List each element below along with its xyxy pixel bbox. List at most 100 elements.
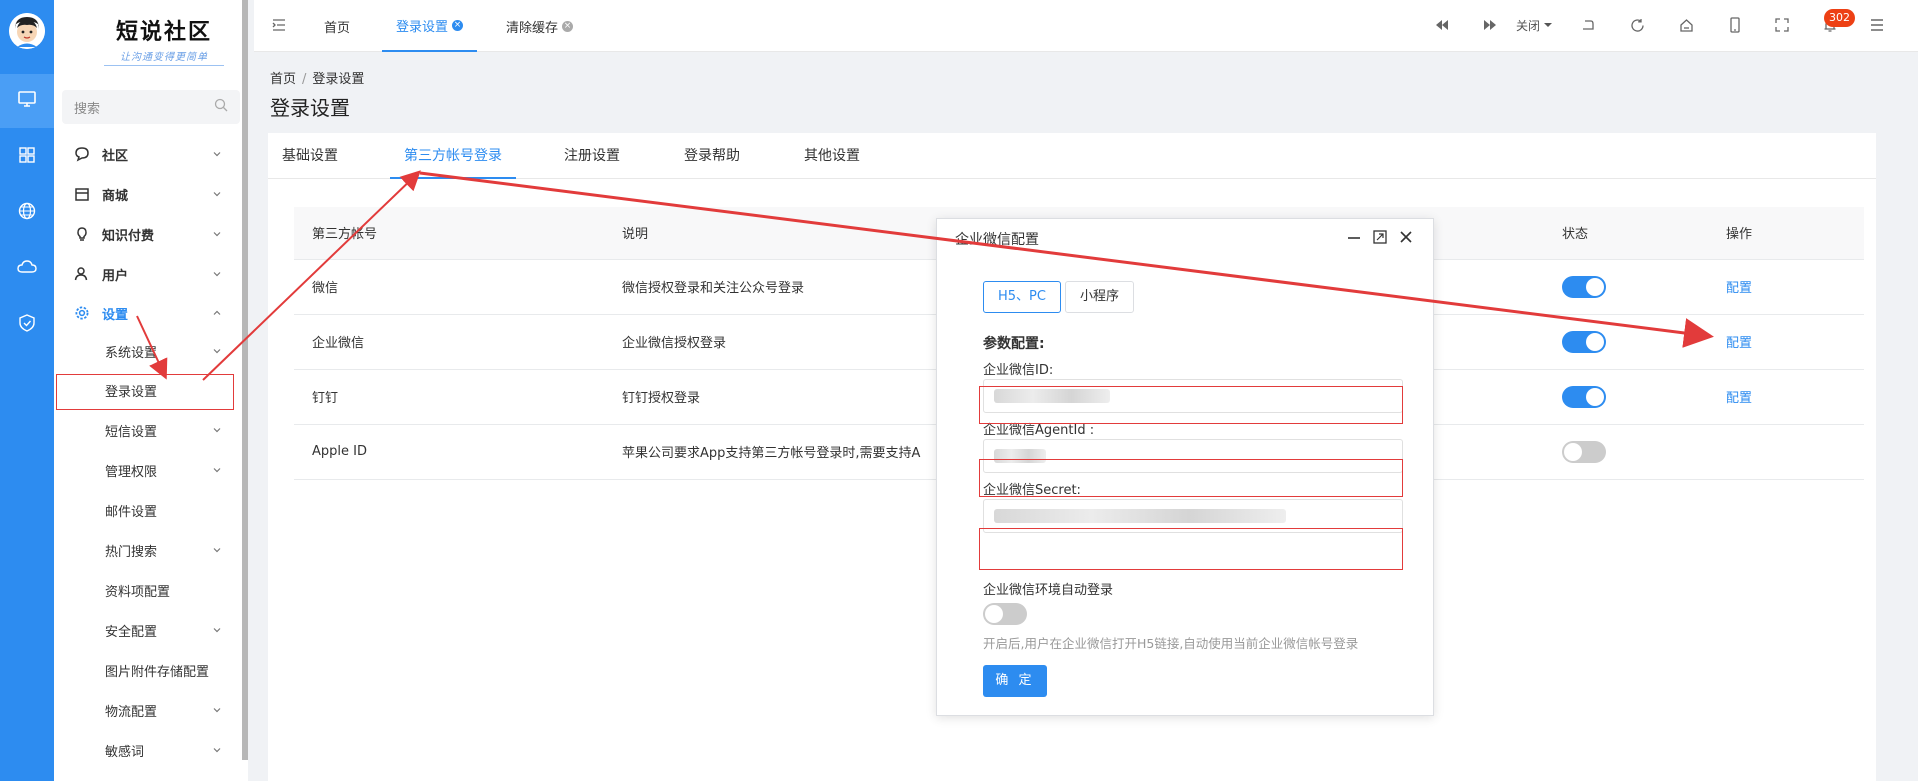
tab-third-party-login[interactable]: 第三方帐号登录	[390, 133, 516, 179]
submenu-label: 敏感词	[105, 744, 145, 760]
status-toggle[interactable]	[1562, 330, 1606, 353]
menu-label: 用户	[102, 268, 129, 284]
cell-action: 配置	[1708, 369, 1864, 425]
submenu-permissions[interactable]: 管理权限	[54, 455, 242, 485]
caret-down-icon	[1544, 23, 1553, 27]
rail-shield[interactable]	[0, 298, 54, 352]
logo-name: 短说社区	[115, 19, 212, 45]
field-label-corp-id: 企业微信ID:	[983, 363, 1054, 378]
close-icon[interactable]: ×	[452, 19, 464, 31]
tab-label: 小程序	[1079, 289, 1119, 304]
tab-label: 基础设置	[282, 148, 338, 164]
cell-account: 微信	[294, 259, 604, 315]
status-toggle[interactable]	[1562, 275, 1606, 298]
menu-item-user[interactable]: 用户	[54, 259, 242, 289]
tab-home[interactable]: 首页	[308, 0, 366, 52]
forward-icon[interactable]	[1481, 16, 1499, 34]
refresh-icon[interactable]	[1628, 16, 1646, 34]
menu-item-knowledge[interactable]: 知识付费	[54, 219, 242, 249]
auto-login-toggle[interactable]	[983, 603, 1027, 625]
tab-h5-pc[interactable]: H5、PC	[983, 281, 1061, 313]
bulb-icon	[74, 226, 90, 242]
maximize-icon[interactable]	[1373, 229, 1387, 248]
menu-item-shop[interactable]: 商城	[54, 179, 242, 209]
dialog-tools	[1347, 229, 1413, 248]
menu-label: 商城	[102, 188, 129, 204]
home-lock-icon[interactable]	[1677, 16, 1695, 34]
logo: 短说社区 让沟通变得更简单	[104, 14, 224, 74]
rail-monitor[interactable]	[0, 74, 54, 128]
gear-icon	[74, 305, 90, 321]
tab-register-settings[interactable]: 注册设置	[550, 133, 634, 179]
cell-account: 钉钉	[294, 369, 604, 425]
chevron-down-icon	[213, 428, 221, 433]
fullscreen-icon[interactable]	[1773, 16, 1791, 34]
tab-label: H5、PC	[998, 289, 1046, 304]
submenu-hot-search[interactable]: 热门搜索	[54, 535, 242, 565]
status-toggle[interactable]	[1562, 385, 1606, 408]
submenu-system-settings[interactable]: 系统设置	[54, 336, 242, 366]
section-heading: 参数配置:	[983, 336, 1045, 352]
return-icon[interactable]	[1579, 16, 1597, 34]
annotation-box-corp-id	[979, 386, 1403, 424]
mobile-icon[interactable]	[1726, 16, 1744, 34]
menu-fold-icon[interactable]	[270, 16, 288, 34]
search-input[interactable]: 搜索	[62, 90, 240, 124]
submenu-label: 热门搜索	[105, 544, 158, 560]
menu-item-settings[interactable]: 设置	[54, 298, 242, 328]
tab-label: 首页	[324, 20, 351, 36]
tab-label: 其他设置	[804, 148, 860, 164]
tab-other-settings[interactable]: 其他设置	[790, 133, 874, 179]
submenu-security[interactable]: 安全配置	[54, 615, 242, 645]
close-tabs-dropdown[interactable]: 关闭	[1516, 16, 1562, 34]
close-icon[interactable]	[1399, 229, 1413, 248]
chevron-down-icon	[213, 468, 221, 473]
tab-mini-program[interactable]: 小程序	[1064, 281, 1134, 313]
shop-icon	[74, 186, 90, 202]
submenu-storage[interactable]: 图片附件存储配置	[54, 655, 242, 685]
chevron-down-icon	[213, 628, 221, 633]
chat-icon	[74, 146, 90, 162]
sidebar-scrollbar[interactable]	[242, 0, 248, 760]
tab-login-help[interactable]: 登录帮助	[670, 133, 754, 179]
tab-basic-settings[interactable]: 基础设置	[268, 133, 352, 179]
submenu-sms-settings[interactable]: 短信设置	[54, 415, 242, 445]
top-bar: 首页 登录设置 × 清除缓存 × 关闭 302	[254, 0, 1918, 52]
submenu-sensitive-words[interactable]: 敏感词	[54, 735, 242, 765]
tab-clear-cache[interactable]: 清除缓存 ×	[496, 0, 583, 52]
submenu-logistics[interactable]: 物流配置	[54, 695, 242, 725]
shield-check-icon	[17, 313, 37, 337]
cell-action: 配置	[1708, 314, 1864, 370]
notification-badge: 302	[1824, 9, 1855, 27]
menu-item-community[interactable]: 社区	[54, 139, 242, 169]
cell-status	[1544, 314, 1708, 370]
breadcrumb-home[interactable]: 首页	[270, 72, 296, 87]
avatar[interactable]	[9, 13, 45, 49]
cell-action	[1708, 424, 1864, 480]
backward-icon[interactable]	[1433, 16, 1451, 34]
submenu-label: 管理权限	[105, 464, 158, 480]
confirm-button[interactable]: 确 定	[983, 665, 1047, 697]
auto-login-hint: 开启后,用户在企业微信打开H5链接,自动使用当前企业微信帐号登录	[983, 636, 1359, 651]
hamburger-icon[interactable]	[1868, 16, 1886, 34]
configure-link[interactable]: 配置	[1726, 281, 1752, 296]
close-dropdown-label: 关闭	[1516, 18, 1541, 33]
close-icon[interactable]: ×	[562, 20, 574, 32]
status-toggle[interactable]	[1562, 440, 1606, 463]
chevron-down-icon	[213, 349, 221, 354]
rail-globe[interactable]	[0, 186, 54, 240]
cell-status	[1544, 369, 1708, 425]
tab-login-settings[interactable]: 登录设置 ×	[382, 0, 478, 52]
breadcrumb-current: 登录设置	[312, 72, 365, 87]
settings-tabs: 基础设置 第三方帐号登录 注册设置 登录帮助 其他设置	[268, 133, 1876, 179]
tab-label: 注册设置	[564, 148, 620, 164]
configure-link[interactable]: 配置	[1726, 391, 1752, 406]
grid-icon	[17, 145, 37, 169]
minimize-icon[interactable]	[1347, 229, 1361, 248]
rail-apps[interactable]	[0, 130, 54, 184]
configure-link[interactable]: 配置	[1726, 336, 1752, 351]
rail-cloud[interactable]	[0, 242, 54, 296]
submenu-email-settings[interactable]: 邮件设置	[54, 495, 242, 525]
chevron-up-icon	[213, 310, 221, 315]
submenu-profile-fields[interactable]: 资料项配置	[54, 575, 242, 605]
